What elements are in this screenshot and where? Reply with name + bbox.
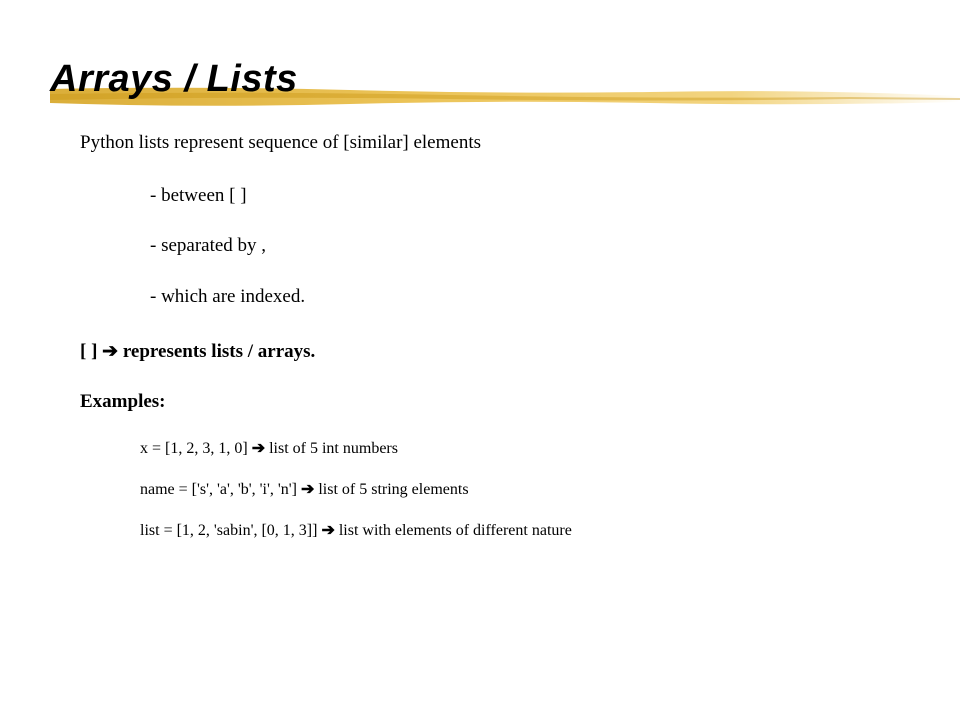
arrow-icon: ➔: [102, 341, 118, 362]
bracket-definition: [ ] ➔ represents lists / arrays.: [80, 340, 960, 365]
example-item: x = [1, 2, 3, 1, 0] ➔ list of 5 int numb…: [140, 439, 960, 460]
intro-text: Python lists represent sequence of [simi…: [80, 131, 960, 156]
example-code: list = [1, 2, 'sabin', [0, 1, 3]]: [140, 522, 321, 539]
bullet-item: - between [ ]: [150, 184, 960, 209]
example-desc: list of 5 string elements: [314, 481, 468, 498]
arrow-icon: ➔: [321, 522, 334, 539]
slide-content: Python lists represent sequence of [simi…: [0, 101, 960, 542]
bullet-item: - separated by ,: [150, 234, 960, 259]
example-code: name = ['s', 'a', 'b', 'i', 'n']: [140, 481, 301, 498]
bullet-list: - between [ ] - separated by , - which a…: [80, 184, 960, 310]
arrow-icon: ➔: [252, 440, 265, 457]
example-desc: list with elements of different nature: [335, 522, 572, 539]
example-desc: list of 5 int numbers: [265, 440, 398, 457]
slide-title: Arrays / Lists: [50, 58, 960, 101]
bracket-prefix: [ ]: [80, 341, 102, 362]
arrow-icon: ➔: [301, 481, 314, 498]
example-item: name = ['s', 'a', 'b', 'i', 'n'] ➔ list …: [140, 480, 960, 501]
example-code: x = [1, 2, 3, 1, 0]: [140, 440, 252, 457]
examples-list: x = [1, 2, 3, 1, 0] ➔ list of 5 int numb…: [80, 439, 960, 541]
bracket-suffix: represents lists / arrays.: [118, 341, 315, 362]
example-item: list = [1, 2, 'sabin', [0, 1, 3]] ➔ list…: [140, 521, 960, 542]
bullet-item: - which are indexed.: [150, 285, 960, 310]
examples-header: Examples:: [80, 390, 960, 415]
